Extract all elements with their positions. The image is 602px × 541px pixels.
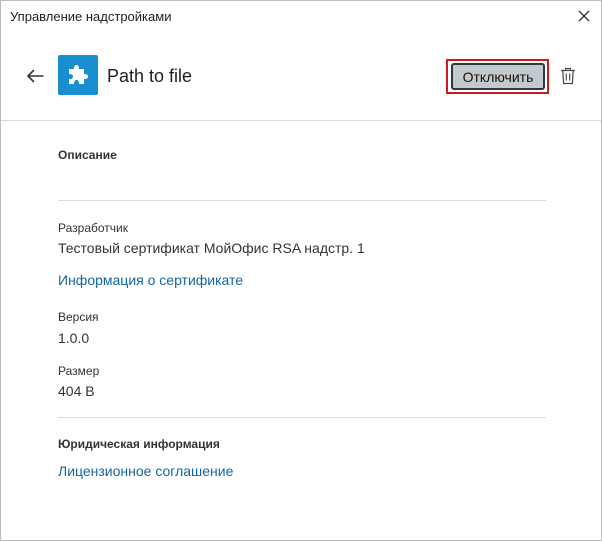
arrow-left-icon	[27, 69, 44, 83]
certificate-info-link[interactable]: Информация о сертификате	[58, 272, 243, 288]
developer-label: Разработчик	[58, 221, 128, 235]
size-label: Размер	[58, 364, 100, 378]
close-icon	[578, 10, 590, 22]
version-value: 1.0.0	[58, 330, 90, 346]
developer-value: Тестовый сертификат МойОфис RSA надстр. …	[58, 240, 365, 256]
trash-icon	[561, 67, 575, 85]
addin-header: Path to file Отключить	[1, 33, 601, 120]
plugin-name: Path to file	[107, 66, 193, 86]
legal-divider	[58, 417, 546, 418]
description-label: Описание	[58, 148, 117, 162]
version-label: Версия	[58, 310, 99, 324]
legal-info-label: Юридическая информация	[58, 437, 220, 451]
back-button[interactable]	[23, 64, 47, 88]
license-agreement-link[interactable]: Лицензионное соглашение	[58, 463, 233, 479]
addin-manager-window: Управление надстройками Path to file Отк…	[0, 0, 602, 541]
disable-button[interactable]: Отключить	[451, 63, 545, 90]
titlebar: Управление надстройками	[1, 1, 601, 33]
delete-button[interactable]	[558, 66, 578, 86]
header-divider	[1, 120, 601, 121]
puzzle-piece-icon	[58, 55, 98, 95]
description-divider	[58, 200, 546, 201]
close-button[interactable]	[573, 5, 595, 27]
window-title: Управление надстройками	[10, 9, 172, 24]
size-value: 404 B	[58, 383, 95, 399]
